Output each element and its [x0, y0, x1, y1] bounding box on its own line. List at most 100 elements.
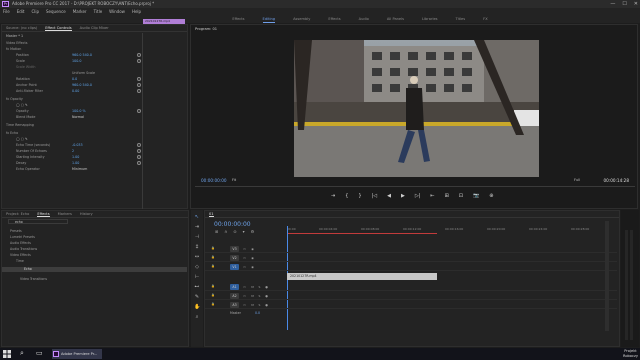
sync-lock-icon[interactable]: ▭	[242, 246, 247, 252]
keyframe-opacity-icon[interactable]	[137, 109, 141, 113]
blend-mode-select[interactable]: Normal	[72, 115, 84, 120]
timeline-clip[interactable]: 20210127R.mp4	[287, 273, 437, 280]
lock-icon[interactable]: 🔒	[211, 302, 216, 308]
ec-row-opacity-header[interactable]: fx Opacity	[6, 97, 23, 102]
mic-icon[interactable]: ●	[264, 284, 269, 290]
search-icon[interactable]: ⌕	[20, 349, 24, 358]
folder-audio-transitions[interactable]: Audio Transitions	[10, 247, 37, 252]
ripple-edit-tool-icon[interactable]: ⊣	[194, 234, 200, 240]
effect-controls-clip[interactable]: 20210127R.mp4	[143, 19, 185, 24]
track-select-tool-icon[interactable]: ⇥	[194, 224, 200, 230]
workspace-tab-libraries[interactable]: Libraries	[422, 15, 438, 23]
hand-tool-icon[interactable]: ✋	[194, 304, 200, 310]
lock-icon[interactable]: 🔒	[211, 284, 216, 290]
mark-in-brace-button[interactable]: {	[345, 193, 348, 199]
solo-button[interactable]: S	[257, 293, 262, 299]
ec-row-motion[interactable]: fx Motion	[6, 47, 21, 52]
keyframe-anchor-icon[interactable]	[137, 83, 141, 87]
ec-row-time-remap[interactable]: Time Remapping	[6, 123, 34, 128]
folder-presets[interactable]: Presets	[10, 229, 22, 234]
extract-button[interactable]: ⊡	[459, 193, 463, 199]
track-label-v1[interactable]: V1	[230, 264, 239, 270]
menu-clip[interactable]: Clip	[31, 8, 39, 15]
opacity-value[interactable]: 100.0 %	[72, 109, 86, 114]
tab-sequence-01[interactable]: 01	[209, 211, 214, 217]
eye-icon[interactable]: ◉	[250, 255, 255, 261]
lock-icon[interactable]: 🔒	[211, 264, 216, 270]
add-marker-icon[interactable]: ▾	[243, 229, 245, 234]
keyframe-start-intensity-icon[interactable]	[137, 155, 141, 159]
lock-icon[interactable]: 🔒	[211, 255, 216, 261]
master-selector[interactable]: Master * 1	[6, 34, 23, 39]
master-track-value[interactable]: 0.0	[255, 311, 260, 315]
menu-help[interactable]: Help	[132, 8, 141, 15]
zoom-fit-select[interactable]: Fit	[232, 178, 236, 182]
position-value[interactable]: 960.0 540.0	[72, 53, 92, 58]
sync-lock-icon[interactable]: ▭	[242, 284, 247, 290]
program-video-frame[interactable]	[294, 40, 539, 177]
resolution-select[interactable]: Full	[574, 178, 580, 182]
keyframe-decay-icon[interactable]	[137, 161, 141, 165]
mute-button[interactable]: M	[250, 293, 255, 299]
decay-value[interactable]: 1.00	[72, 161, 79, 166]
track-label-a2[interactable]: A2	[230, 293, 239, 299]
lock-icon[interactable]: 🔒	[211, 293, 216, 299]
keyframe-scale-icon[interactable]	[137, 59, 141, 63]
workspace-tab-audio[interactable]: Audio	[359, 15, 369, 23]
razor-tool-icon[interactable]: ◇	[194, 264, 200, 270]
menu-file[interactable]: File	[3, 8, 10, 15]
workspace-tab-all-panels[interactable]: All Panels	[387, 15, 404, 23]
workspace-tab-editing[interactable]: Editing	[262, 15, 276, 23]
track-label-a1[interactable]: A1	[230, 284, 239, 290]
timeline-timecode[interactable]: 00:00:00:00	[214, 221, 251, 228]
maximize-button[interactable]: ☐	[622, 0, 626, 8]
nest-icon[interactable]: ⊞	[215, 229, 218, 234]
eye-icon[interactable]: ◉	[250, 246, 255, 252]
keyframe-antiflicker-icon[interactable]	[137, 89, 141, 93]
keyframe-num-echoes-icon[interactable]	[137, 149, 141, 153]
start-intensity-value[interactable]: 1.00	[72, 155, 79, 160]
minimize-button[interactable]: —	[610, 0, 615, 8]
menu-window[interactable]: Window	[109, 8, 125, 15]
selection-tool-icon[interactable]: ↖	[194, 214, 200, 220]
menu-edit[interactable]: Edit	[17, 8, 25, 15]
effect-item-echo-selected[interactable]: Echo	[2, 267, 187, 272]
folder-lumetri-presets[interactable]: Lumetri Presets	[10, 235, 35, 240]
mic-icon[interactable]: ●	[264, 293, 269, 299]
folder-video-transitions[interactable]: Video Transitions	[20, 277, 47, 282]
close-button[interactable]: ✕	[634, 0, 638, 8]
snap-icon[interactable]: ∩	[224, 229, 227, 234]
add-button[interactable]: ⊕	[489, 193, 493, 199]
keyframe-rotation-icon[interactable]	[137, 77, 141, 81]
timeline-scrollbar[interactable]	[605, 221, 609, 331]
folder-video-effects[interactable]: Video Effects	[10, 253, 31, 258]
workspace-tab-effects[interactable]: Effects	[232, 15, 244, 23]
mute-button[interactable]: M	[250, 302, 255, 308]
echo-operator-select[interactable]: Minimum	[72, 167, 87, 172]
workspace-tab-fx[interactable]: FX	[483, 15, 488, 23]
tab-audio-clip-mixer[interactable]: Audio Clip Mixer	[80, 25, 109, 31]
step-back-button[interactable]: ◀	[387, 193, 391, 199]
folder-audio-effects[interactable]: Audio Effects	[10, 241, 31, 246]
step-forward-button[interactable]: ▷|	[415, 193, 421, 199]
workspace-tab-effects-2[interactable]: Effects	[328, 15, 340, 23]
menu-title[interactable]: Title	[94, 8, 103, 15]
sync-lock-icon[interactable]: ▭	[242, 264, 247, 270]
play-button[interactable]: ▶	[401, 193, 405, 199]
menu-marker[interactable]: Marker	[73, 8, 87, 15]
ec-row-echo-header[interactable]: fx Echo	[6, 131, 18, 136]
wrench-icon[interactable]: ⚙	[251, 229, 255, 234]
solo-button[interactable]: S	[257, 284, 262, 290]
solo-button[interactable]: S	[257, 302, 262, 308]
track-label-v2[interactable]: V2	[230, 255, 239, 261]
keyframe-echo-time-icon[interactable]	[137, 143, 141, 147]
task-view-icon[interactable]: ▭	[36, 349, 43, 357]
program-scrub-bar[interactable]	[195, 186, 635, 187]
taskbar-premiere-app[interactable]: Adobe Premiere Pr...	[52, 349, 102, 359]
export-frame-button[interactable]: 📷	[473, 193, 479, 199]
slide-tool-icon[interactable]: ⊷	[194, 284, 200, 290]
uniform-scale-checkbox[interactable]: Uniform Scale	[72, 71, 95, 76]
program-timecode[interactable]: 00:00:00:00	[201, 178, 227, 183]
rotation-value[interactable]: 0.0	[72, 77, 77, 82]
echo-time-value[interactable]: -0.033	[72, 143, 83, 148]
